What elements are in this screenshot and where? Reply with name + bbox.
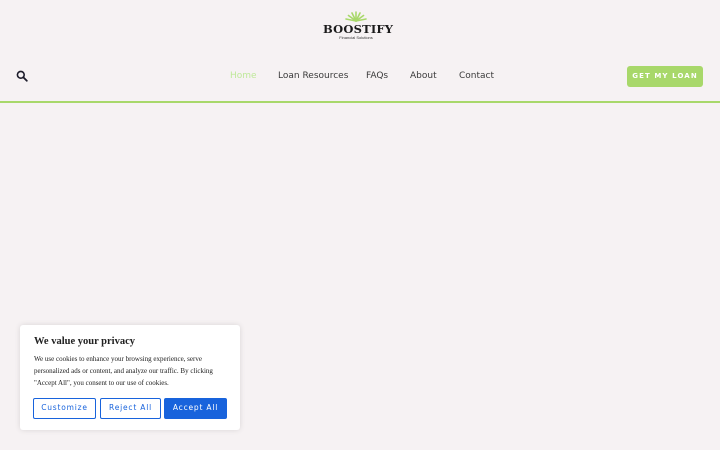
accept-all-button[interactable]: Accept All — [164, 398, 227, 419]
page: BOOSTIFY Financial Solutions Home Loan R… — [0, 0, 720, 450]
brand-logo[interactable]: BOOSTIFY Financial Solutions — [323, 10, 394, 40]
nav-item-about[interactable]: About — [410, 71, 437, 81]
reject-all-button[interactable]: Reject All — [100, 398, 161, 419]
cookie-description: We use cookies to enhance your browsing … — [34, 355, 213, 387]
nav-item-home[interactable]: Home — [230, 71, 257, 81]
site-header: BOOSTIFY Financial Solutions Home Loan R… — [0, 0, 720, 103]
nav-item-contact[interactable]: Contact — [459, 71, 494, 81]
nav-item-loan-resources[interactable]: Loan Resources — [278, 71, 348, 81]
cookie-consent-banner: We value your privacy We use cookies to … — [20, 325, 240, 430]
brand-name: BOOSTIFY — [323, 22, 394, 36]
brand-tagline: Financial Solutions — [339, 35, 373, 40]
customize-button[interactable]: Customize — [33, 398, 96, 419]
cookie-title: We value your privacy — [34, 336, 136, 347]
main-nav: Home Loan Resources FAQs About Contact — [0, 71, 720, 87]
get-my-loan-button[interactable]: GET MY LOAN — [627, 66, 703, 87]
sunburst-icon — [345, 11, 367, 22]
nav-item-faqs[interactable]: FAQs — [366, 71, 388, 81]
